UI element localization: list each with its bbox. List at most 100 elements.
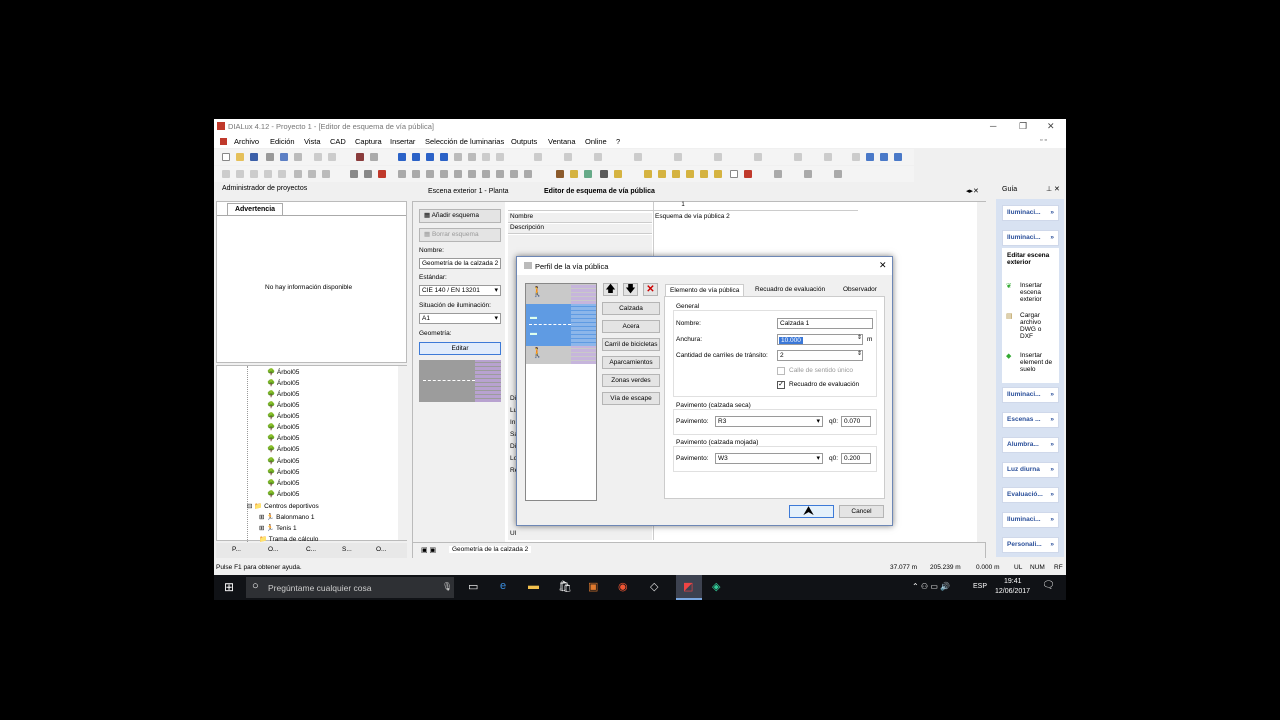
guide-link-load-dwg[interactable]: Cargar archivo DWG o DXF [1020, 312, 1056, 340]
light-c-icon[interactable] [672, 170, 680, 178]
tab-outputs[interactable]: O... [376, 546, 386, 553]
menu-archivo[interactable]: Archivo [234, 137, 259, 146]
maximize-icon[interactable]: ❐ [1019, 121, 1027, 132]
delete-element-button[interactable]: ✕ [643, 283, 658, 296]
tree-item[interactable]: 🌳 Árbol05 [267, 390, 299, 398]
road-icon[interactable] [614, 170, 622, 178]
dialux-task[interactable]: ◩ [676, 575, 702, 600]
menu-outputs[interactable]: Outputs [511, 137, 537, 146]
guide-button[interactable]: Iluminaci... [1002, 205, 1059, 221]
light-e-icon[interactable] [700, 170, 708, 178]
calc-icon[interactable] [852, 153, 860, 161]
move-down-button[interactable]: 🡇 [623, 283, 638, 296]
print-icon[interactable] [266, 153, 274, 161]
menu-cad[interactable]: CAD [330, 137, 346, 146]
furniture-icon[interactable] [496, 170, 504, 178]
pencil-icon[interactable] [350, 170, 358, 178]
columns-icon[interactable] [894, 153, 902, 161]
app-icon-a[interactable]: ◇ [650, 580, 658, 593]
tree-item[interactable]: 🌳 Árbol05 [267, 412, 299, 420]
carriles-input[interactable]: 2 [777, 350, 863, 361]
object-icon[interactable] [482, 170, 490, 178]
page-icon[interactable] [730, 170, 738, 178]
tab-advertencia[interactable]: Advertencia [227, 203, 283, 215]
texture-icon[interactable] [524, 170, 532, 178]
menu-ventana[interactable]: Ventana [548, 137, 576, 146]
tree-item[interactable]: 🌳 Árbol05 [267, 468, 299, 476]
tree-scrollbar[interactable] [398, 366, 407, 540]
guide-button[interactable]: Alumbra... [1002, 437, 1059, 453]
slab-icon[interactable] [468, 170, 476, 178]
tree-item[interactable]: 🌳 Árbol05 [267, 368, 299, 376]
snap-icon[interactable] [674, 153, 682, 161]
pavimento-seco-select[interactable]: R3 [715, 416, 823, 427]
tree-item[interactable]: 🌳 Árbol05 [267, 490, 299, 498]
light-f-icon[interactable] [714, 170, 722, 178]
recuadro-checkbox[interactable]: ✓ [777, 381, 785, 389]
tab-objects[interactable]: O... [268, 546, 278, 553]
media-icon[interactable]: ▣ [588, 580, 598, 593]
move-icon[interactable] [222, 170, 230, 178]
cut-icon[interactable] [294, 153, 302, 161]
store-icon[interactable]: 🛍 [558, 580, 572, 593]
dialog-close-icon[interactable]: ✕ [879, 260, 887, 271]
mic-icon[interactable]: 🎙 [442, 582, 452, 591]
add-scheme-button[interactable]: ▦ Añadir esquema [419, 209, 501, 223]
scale-obj-icon[interactable] [278, 170, 286, 178]
door-icon[interactable] [412, 170, 420, 178]
view-front-icon[interactable] [426, 153, 434, 161]
anchura-spinner[interactable]: ⇕ [857, 334, 862, 341]
tree-item[interactable]: 🌳 Árbol05 [267, 445, 299, 453]
guide-link-insert-element[interactable]: Insertar element de suelo [1020, 352, 1054, 373]
zoom-out-icon[interactable] [308, 170, 316, 178]
menu-vista[interactable]: Vista [304, 137, 321, 146]
sidewalk-bottom[interactable]: 🚶 [526, 346, 596, 364]
menu-online[interactable]: Online [585, 137, 607, 146]
q0-seco-input[interactable]: 0.070 [841, 416, 871, 427]
cell-nombre[interactable]: Esquema de vía pública 2 [653, 213, 763, 223]
tab-escena-exterior[interactable]: Escena exterior 1 - Planta [428, 188, 509, 195]
delete-scheme-button[interactable]: ▦ Borrar esquema [419, 228, 501, 242]
tree-item[interactable]: 🌳 Árbol05 [267, 379, 299, 387]
copy-icon[interactable] [314, 153, 322, 161]
luminaire-icon[interactable] [570, 170, 578, 178]
surface-icon[interactable] [556, 170, 564, 178]
tab-scenes[interactable]: S... [342, 546, 352, 553]
column-icon[interactable] [454, 170, 462, 178]
guide-button[interactable]: Iluminaci... [1002, 230, 1059, 246]
menu-help[interactable]: ? [616, 137, 620, 146]
redo-icon[interactable] [370, 153, 378, 161]
light-a-icon[interactable] [644, 170, 652, 178]
guide-link-insert-scene[interactable]: Insertar escena exterior [1020, 282, 1056, 303]
tab-nav-icon[interactable]: ◂▸✕ [966, 187, 979, 195]
clock-time[interactable]: 19:41 [1004, 578, 1022, 585]
emergency-icon[interactable] [744, 170, 752, 178]
view-side-icon[interactable] [440, 153, 448, 161]
measure-icon[interactable] [594, 153, 602, 161]
table-icon[interactable] [794, 153, 802, 161]
paste-icon[interactable] [328, 153, 336, 161]
edit-button[interactable]: Editar [419, 342, 501, 355]
preview-icon[interactable] [280, 153, 288, 161]
window-icon[interactable] [426, 170, 434, 178]
layer-icon[interactable] [714, 153, 722, 161]
tab-colors[interactable]: C... [306, 546, 316, 553]
field-icon[interactable] [584, 170, 592, 178]
rotate-icon[interactable] [496, 153, 504, 161]
sheet-nav-icon[interactable]: ▣ ▣ [421, 546, 436, 554]
app-icon-b[interactable]: ◈ [712, 580, 720, 593]
notifications-icon[interactable]: 🗨 [1042, 580, 1055, 591]
calzada-button[interactable]: Calzada [602, 302, 660, 315]
pan-icon[interactable] [482, 153, 490, 161]
sidewalk-top[interactable]: 🚶 [526, 284, 596, 304]
new-icon[interactable] [222, 153, 230, 161]
tree-item-trama[interactable]: 📁 Trama de cálculo [259, 535, 318, 543]
undo-icon[interactable] [356, 153, 364, 161]
copy-array-icon[interactable] [236, 170, 244, 178]
grid-icon[interactable] [564, 153, 572, 161]
via-escape-button[interactable]: Vía de escape [602, 392, 660, 405]
guide-button[interactable]: Personali... [1002, 537, 1059, 553]
guide-pin-icon[interactable]: ⊥ ✕ [1046, 185, 1060, 193]
distribute-icon[interactable] [754, 153, 762, 161]
calc-grid-icon[interactable] [600, 170, 608, 178]
